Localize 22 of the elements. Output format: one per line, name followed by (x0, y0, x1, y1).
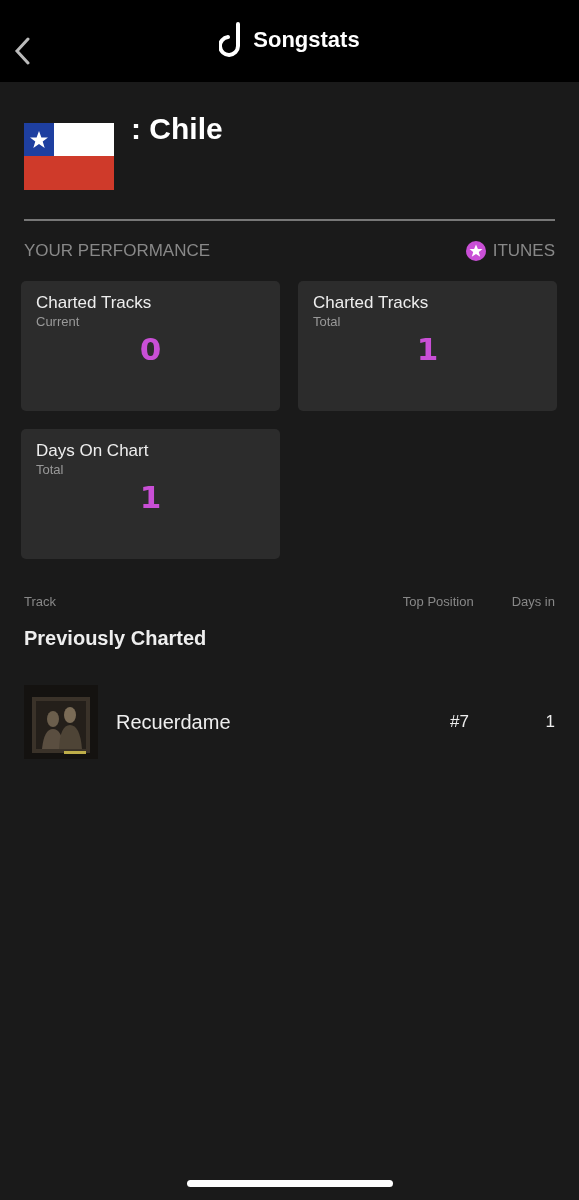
position-column-header: Top Position (402, 594, 474, 609)
section-heading: Previously Charted (24, 627, 208, 650)
source-label: ITUNES (492, 241, 555, 261)
stat-value: 1 (416, 331, 439, 367)
stat-title: Charted Tracks (313, 293, 430, 313)
stat-value: 1 (139, 479, 162, 515)
stat-subtitle: Total (313, 314, 342, 329)
country-title: : Chile (131, 112, 223, 146)
days-count: 1 (544, 712, 555, 732)
track-name: Recuerdame (116, 710, 232, 734)
stat-title: Days On Chart (36, 441, 150, 461)
back-icon[interactable] (14, 37, 30, 65)
stat-value: 0 (139, 331, 162, 367)
section-label: YOUR PERFORMANCE (24, 241, 211, 261)
flag-icon (24, 123, 114, 190)
stat-subtitle: Total (36, 462, 65, 477)
stat-title: Charted Tracks (36, 293, 153, 313)
stat-subtitle: Current (36, 314, 81, 329)
track-column-header: Track (24, 594, 58, 609)
days-column-header: Days in (511, 594, 555, 609)
top-position: #7 (450, 712, 470, 732)
app-title: Songstats (253, 27, 360, 53)
